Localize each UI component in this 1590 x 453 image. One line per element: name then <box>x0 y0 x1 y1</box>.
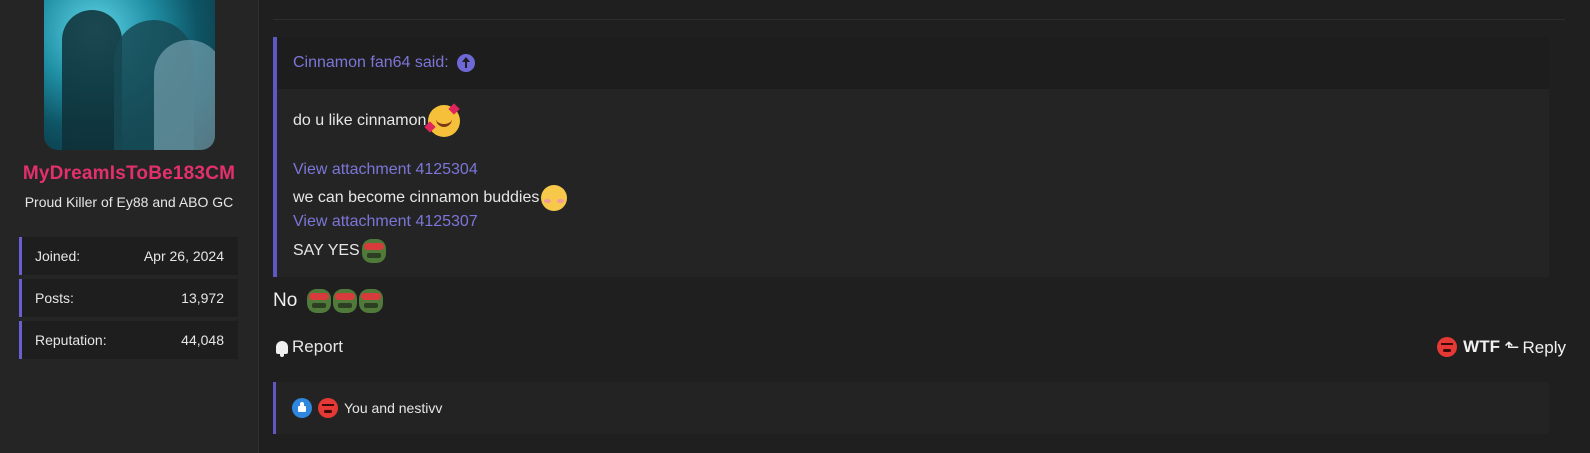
stat-label: Joined: <box>35 248 81 264</box>
quote-text: SAY YES <box>293 242 360 259</box>
like-reaction-icon <box>292 398 312 418</box>
quote-line: we can become cinnamon buddies <box>293 185 568 211</box>
avatar[interactable] <box>44 0 215 150</box>
pepe-emoji-icon <box>333 289 358 313</box>
post-text: No <box>273 290 298 311</box>
quote-text: we can become cinnamon buddies <box>293 189 540 206</box>
angry-reaction-icon <box>318 398 338 418</box>
attachment-link[interactable]: View attachment 4125304 <box>293 161 478 179</box>
post-actions: Report WTF ⬑ Reply <box>273 337 1566 365</box>
quote-text: do u like cinnamon <box>293 112 427 129</box>
reply-button[interactable]: ⬑ Reply <box>1504 337 1566 358</box>
pepe-emoji-icon <box>359 289 384 313</box>
reply-arrow-icon: ⬑ <box>1504 337 1520 357</box>
wtf-reaction-button[interactable]: WTF <box>1435 337 1500 357</box>
smiling-hearts-emoji-icon <box>424 103 461 137</box>
reactions-bar[interactable]: You and nestivv <box>273 382 1549 434</box>
wtf-label: WTF <box>1463 337 1500 356</box>
bell-icon <box>276 340 288 357</box>
reactions-summary[interactable]: You and nestivv <box>344 400 442 416</box>
divider <box>273 19 1565 20</box>
reply-label: Reply <box>1522 337 1566 357</box>
report-label: Report <box>292 337 344 356</box>
post-main: Cinnamon fan64 said: do u like cinnamon … <box>259 0 1590 453</box>
quote-author-link[interactable]: Cinnamon fan64 said: <box>293 54 449 72</box>
stat-label: Posts: <box>35 290 74 306</box>
avatar-figure <box>154 40 215 150</box>
stat-reputation: Reputation: 44,048 <box>19 321 238 359</box>
stat-value: 13,972 <box>181 290 224 306</box>
avatar-figure <box>62 10 122 150</box>
stat-value: 44,048 <box>181 332 224 348</box>
quote-line: SAY YES <box>293 239 386 263</box>
quote-line: do u like cinnamon <box>293 103 461 137</box>
user-title: Proud Killer of Ey88 and ABO GC <box>24 194 234 210</box>
pepe-emoji-icon <box>361 239 386 263</box>
stat-posts: Posts: 13,972 <box>19 279 238 317</box>
angry-face-icon <box>1437 337 1458 357</box>
report-button[interactable]: Report <box>276 337 343 357</box>
post-body: No <box>273 289 384 313</box>
blushing-emoji-icon <box>541 185 568 211</box>
stat-label: Reputation: <box>35 332 107 348</box>
quote-block: Cinnamon fan64 said: do u like cinnamon … <box>273 37 1549 277</box>
username-link[interactable]: MyDreamIsToBe183CM <box>0 163 258 185</box>
pepe-emoji-icon <box>307 289 332 313</box>
attachment-link[interactable]: View attachment 4125307 <box>293 213 478 231</box>
stat-joined: Joined: Apr 26, 2024 <box>19 237 238 275</box>
jump-to-post-icon[interactable] <box>456 54 475 72</box>
quote-header: Cinnamon fan64 said: <box>277 37 1549 89</box>
user-panel: MyDreamIsToBe183CM Proud Killer of Ey88 … <box>0 0 259 453</box>
stat-value: Apr 26, 2024 <box>143 248 224 264</box>
